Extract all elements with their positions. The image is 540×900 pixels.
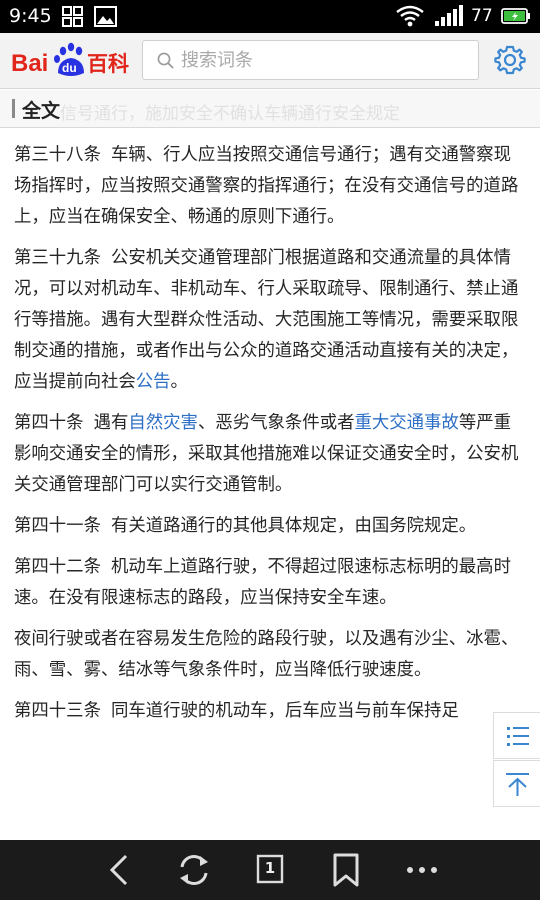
battery-level: 77 (471, 6, 493, 26)
faded-background-text: 信号通行，施加安全不确认车辆通行安全规定 (60, 104, 400, 124)
baidu-baike-logo[interactable]: Bai du 百科 (11, 39, 131, 83)
status-time: 9:45 (9, 5, 52, 27)
refresh-icon[interactable] (174, 852, 214, 888)
article-paragraph: 夜间行驶或者在容易发生危险的路段行驶，以及遇有沙尘、冰雹、雨、雪、雾、结冰等气象… (14, 624, 528, 686)
article-text: 夜间行驶或者在容易发生危险的路段行驶，以及遇有沙尘、冰雹、雨、雪、雾、结冰等气象… (14, 629, 519, 680)
battery-icon (501, 8, 530, 24)
image-icon (94, 6, 117, 27)
article-paragraph: 第四十条 遇有自然灾害、恶劣气象条件或者重大交通事故等严重影响交通安全的情形，采取… (14, 408, 528, 501)
article-paragraph: 第四十三条 同车道行驶的机动车，后车应当与前车保持足 (14, 696, 528, 727)
article-number: 第四十一条 (14, 516, 101, 536)
more-icon[interactable] (402, 852, 442, 888)
logo-text-left: Bai (11, 50, 48, 77)
article-text: 、恶劣气象条件或者 (197, 413, 355, 433)
back-arrow-icon[interactable] (100, 852, 140, 888)
section-header[interactable]: 信号通行，施加安全不确认车辆通行安全规定 全文 (0, 90, 540, 128)
tab-count: 1 (264, 859, 276, 877)
article-number: 第三十八条 (14, 145, 101, 165)
list-icon (507, 727, 529, 746)
article-paragraph: 第四十二条 机动车上道路行驶，不得超过限速标志标明的最高时速。在没有限速标志的路段… (14, 552, 528, 614)
section-marker (12, 99, 15, 118)
section-title: 全文 (22, 100, 61, 122)
article-content: 第三十八条 车辆、行人应当按照交通信号通行；遇有交通警察现场指挥时，应当按照交通警… (14, 140, 528, 840)
article-number: 第四十条 (14, 413, 84, 433)
tabs-button[interactable]: 1 (256, 854, 284, 884)
article-number: 第三十九条 (14, 248, 101, 268)
grid-icon (62, 6, 83, 27)
article-text: 公安机关交通管理部门根据道路和交通流量的具体情况，可以对机动车、非机动车、行人采… (14, 248, 519, 392)
article-paragraph: 第三十八条 车辆、行人应当按照交通信号通行；遇有交通警察现场指挥时，应当按照交通警… (14, 140, 528, 233)
search-input[interactable] (181, 41, 471, 79)
gear-icon[interactable] (494, 44, 526, 76)
article-text: 。 (170, 372, 188, 392)
article-text: 遇有 (93, 413, 129, 433)
article-link[interactable]: 自然灾害 (128, 413, 198, 433)
bottom-navigation: 1 (0, 840, 540, 900)
wifi-icon (396, 5, 424, 27)
search-icon (157, 52, 174, 69)
article-text: 同车道行驶的机动车，后车应当与前车保持足 (110, 701, 459, 721)
article-number: 第四十二条 (14, 557, 101, 577)
article-link[interactable]: 重大交通事故 (354, 413, 458, 433)
article-paragraph: 第三十九条 公安机关交通管理部门根据道路和交通流量的具体情况，可以对机动车、非机动… (14, 243, 528, 398)
article-paragraph: 第四十一条 有关道路通行的其他具体规定，由国务院规定。 (14, 511, 528, 542)
search-box[interactable] (142, 40, 479, 80)
status-bar: 9:45 77 (0, 0, 540, 33)
header: Bai du 百科 (0, 33, 540, 89)
article-link[interactable]: 公告 (136, 372, 171, 392)
logo-text-right: 百科 (87, 52, 129, 76)
signal-icon (435, 5, 463, 26)
article-number: 第四十三条 (14, 701, 101, 721)
back-to-top-button[interactable] (493, 760, 540, 807)
back-to-top-icon (506, 773, 529, 796)
logo-text-paw: du (62, 61, 77, 75)
bookmark-icon[interactable] (326, 852, 366, 888)
article-text: 有关道路通行的其他具体规定，由国务院规定。 (110, 516, 477, 536)
toc-button[interactable] (493, 712, 540, 759)
